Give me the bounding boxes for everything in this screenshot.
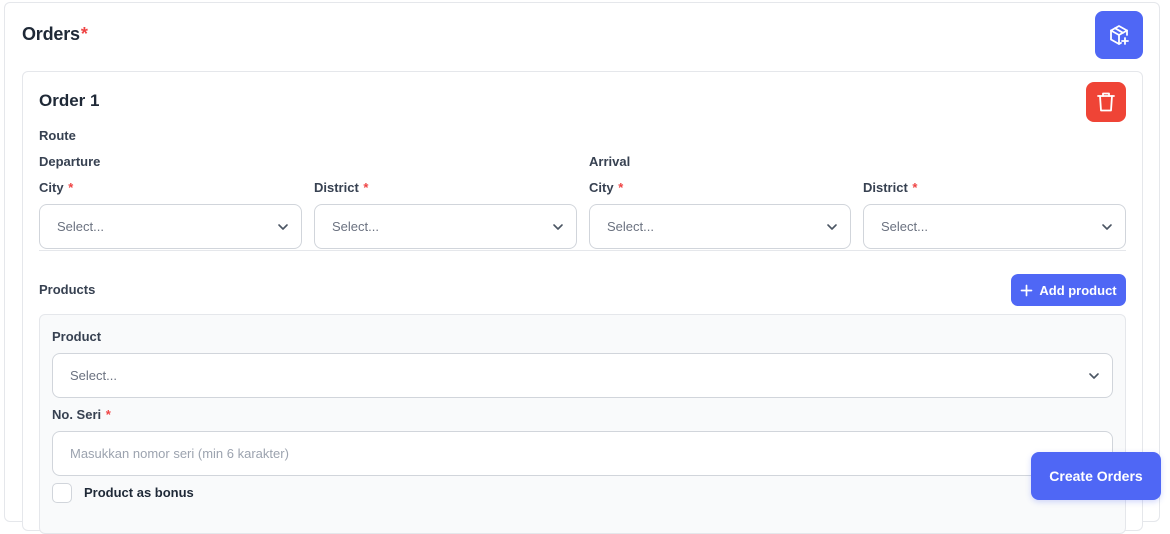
orders-title-text: Orders — [22, 24, 80, 44]
chevron-down-icon — [553, 223, 563, 230]
order-title: Order 1 — [39, 91, 100, 110]
required-mark: * — [80, 24, 88, 44]
arrival-city-label-text: City — [589, 180, 614, 195]
route-label: Route — [39, 128, 76, 143]
chevron-down-icon — [827, 223, 837, 230]
delete-order-button[interactable] — [1086, 82, 1126, 122]
required-mark: * — [363, 180, 369, 195]
product-label: Product — [52, 329, 102, 344]
arrival-city-placeholder: Select... — [607, 219, 654, 234]
departure-label: Departure — [39, 154, 101, 169]
chevron-down-icon — [1089, 372, 1099, 379]
departure-city-label: City * — [39, 180, 73, 195]
departure-district-label: District * — [314, 180, 368, 195]
departure-district-select[interactable]: Select... — [314, 204, 577, 249]
departure-city-label-text: City — [39, 180, 64, 195]
trash-icon — [1097, 92, 1115, 112]
arrival-city-label: City * — [589, 180, 623, 195]
products-label: Products — [39, 282, 96, 297]
required-mark: * — [618, 180, 624, 195]
orders-title: Orders* — [22, 24, 88, 45]
arrival-district-label: District * — [863, 180, 917, 195]
arrival-district-select[interactable]: Select... — [863, 204, 1126, 249]
required-mark: * — [912, 180, 918, 195]
departure-city-placeholder: Select... — [57, 219, 104, 234]
serial-label-text: No. Seri — [52, 407, 102, 422]
departure-district-placeholder: Select... — [332, 219, 379, 234]
departure-city-select[interactable]: Select... — [39, 204, 302, 249]
product-item-card — [39, 314, 1126, 534]
serial-label: No. Seri * — [52, 407, 111, 422]
required-mark: * — [105, 407, 111, 422]
arrival-district-label-text: District — [863, 180, 908, 195]
chevron-down-icon — [278, 223, 288, 230]
required-mark: * — [68, 180, 74, 195]
add-product-label: Add product — [1039, 282, 1117, 298]
section-divider — [39, 250, 1126, 251]
add-product-button[interactable]: Add product — [1011, 274, 1126, 306]
serial-number-input[interactable] — [52, 431, 1113, 476]
plus-icon — [1021, 284, 1033, 296]
product-select[interactable]: Select... — [52, 353, 1113, 398]
arrival-city-select[interactable]: Select... — [589, 204, 851, 249]
package-plus-icon — [1110, 25, 1129, 45]
product-bonus-label: Product as bonus — [84, 485, 194, 500]
product-bonus-checkbox[interactable] — [52, 483, 72, 503]
arrival-label: Arrival — [589, 154, 631, 169]
chevron-down-icon — [1102, 223, 1112, 230]
product-placeholder: Select... — [70, 368, 117, 383]
arrival-district-placeholder: Select... — [881, 219, 928, 234]
add-order-button[interactable] — [1095, 11, 1143, 59]
departure-district-label-text: District — [314, 180, 359, 195]
create-orders-button[interactable]: Create Orders — [1031, 452, 1161, 500]
